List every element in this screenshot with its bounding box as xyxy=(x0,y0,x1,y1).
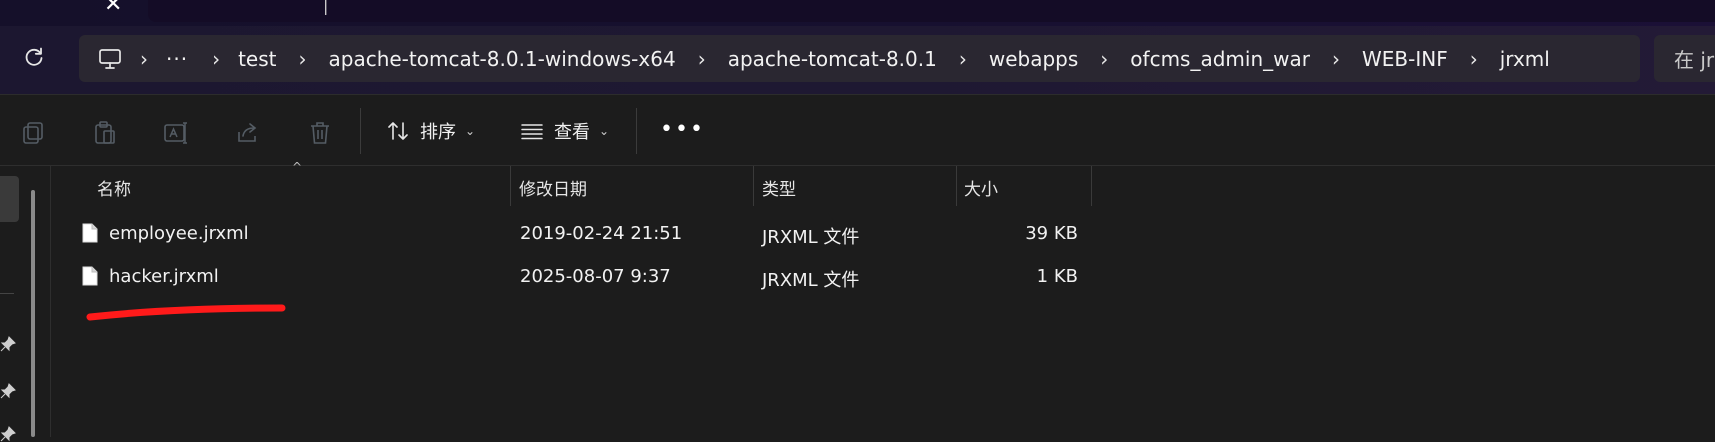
nav-divider xyxy=(0,293,14,294)
chevron-down-icon: ⌄ xyxy=(599,124,610,138)
chevron-right-icon[interactable]: › xyxy=(676,49,728,69)
pin-icon[interactable] xyxy=(0,383,16,399)
view-icon xyxy=(521,124,543,140)
pin-icon[interactable] xyxy=(0,426,16,442)
search-input[interactable]: 在 jr xyxy=(1654,35,1715,82)
breadcrumb-item[interactable]: test xyxy=(238,47,276,71)
column-divider[interactable] xyxy=(1091,166,1092,206)
copy-icon[interactable] xyxy=(20,120,46,146)
chevron-down-icon: ⌄ xyxy=(465,124,476,138)
file-name: hacker.jrxml xyxy=(109,266,219,287)
file-icon xyxy=(82,266,98,286)
column-header-size[interactable]: 大小 xyxy=(964,166,998,208)
chevron-right-icon[interactable]: › xyxy=(277,49,329,69)
view-label: 查看 xyxy=(554,122,590,143)
monitor-icon[interactable] xyxy=(98,48,122,70)
rename-icon[interactable] xyxy=(163,120,189,146)
active-tab[interactable]: | xyxy=(148,0,1715,22)
toolbar-divider xyxy=(360,108,361,154)
column-divider[interactable] xyxy=(753,166,754,206)
file-size: 39 KB xyxy=(1025,223,1078,244)
breadcrumb-item[interactable]: webapps xyxy=(989,47,1078,71)
more-options-button[interactable]: ••• xyxy=(660,117,705,142)
breadcrumb-item[interactable]: apache-tomcat-8.0.1 xyxy=(728,47,937,71)
tab-strip: ✕ | xyxy=(0,0,1715,26)
sort-icon xyxy=(388,122,408,140)
nav-selected-item[interactable] xyxy=(0,176,19,222)
delete-icon[interactable] xyxy=(307,120,333,146)
refresh-icon[interactable] xyxy=(22,45,46,69)
chevron-right-icon[interactable]: › xyxy=(1310,49,1362,69)
file-name: employee.jrxml xyxy=(109,223,249,244)
chevron-right-icon[interactable]: › xyxy=(188,49,238,69)
column-header-modified[interactable]: 修改日期 xyxy=(519,166,587,208)
file-row[interactable]: hacker.jrxml 2025-08-07 9:37 JRXML 文件 1 … xyxy=(78,257,1088,297)
paste-icon[interactable] xyxy=(92,120,118,146)
breadcrumb-item[interactable]: apache-tomcat-8.0.1-windows-x64 xyxy=(329,47,676,71)
breadcrumb-item-current[interactable]: jrxml xyxy=(1500,47,1550,71)
tab-caret: | xyxy=(323,0,329,15)
tab-close-icon[interactable]: ✕ xyxy=(104,0,122,16)
file-size: 1 KB xyxy=(1036,266,1078,287)
sort-ascending-icon: ^ xyxy=(292,160,303,174)
chevron-right-icon[interactable]: › xyxy=(1078,49,1130,69)
breadcrumb-overflow[interactable]: ··· xyxy=(166,47,188,71)
address-bar[interactable]: › ··· › test › apache-tomcat-8.0.1-windo… xyxy=(79,35,1640,82)
view-button[interactable]: 查看 ⌄ xyxy=(520,115,609,147)
file-type: JRXML 文件 xyxy=(762,227,860,248)
column-header-type[interactable]: 类型 xyxy=(762,166,796,208)
breadcrumb-item[interactable]: WEB-INF xyxy=(1362,47,1448,71)
column-header-name[interactable]: 名称 xyxy=(97,166,131,208)
pin-icon[interactable] xyxy=(0,336,16,352)
toolbar-bottom-border xyxy=(0,165,1715,166)
chevron-right-icon[interactable]: › xyxy=(937,49,989,69)
sort-button[interactable]: 排序 ⌄ xyxy=(386,115,475,147)
chevron-right-icon[interactable]: › xyxy=(122,49,166,69)
breadcrumb-item[interactable]: ofcms_admin_war xyxy=(1130,47,1310,71)
share-icon[interactable] xyxy=(235,120,261,146)
sort-label: 排序 xyxy=(420,122,456,143)
nav-scrollbar[interactable] xyxy=(31,190,35,437)
column-divider[interactable] xyxy=(510,166,511,206)
file-modified: 2025-08-07 9:37 xyxy=(520,266,671,287)
file-row[interactable]: employee.jrxml 2019-02-24 21:51 JRXML 文件… xyxy=(78,214,1088,254)
file-type: JRXML 文件 xyxy=(762,270,860,291)
chevron-right-icon[interactable]: › xyxy=(1448,49,1500,69)
file-icon xyxy=(82,223,98,243)
red-underline-annotation xyxy=(86,304,286,321)
file-modified: 2019-02-24 21:51 xyxy=(520,223,683,244)
toolbar-divider xyxy=(636,108,637,154)
column-divider[interactable] xyxy=(956,166,957,206)
